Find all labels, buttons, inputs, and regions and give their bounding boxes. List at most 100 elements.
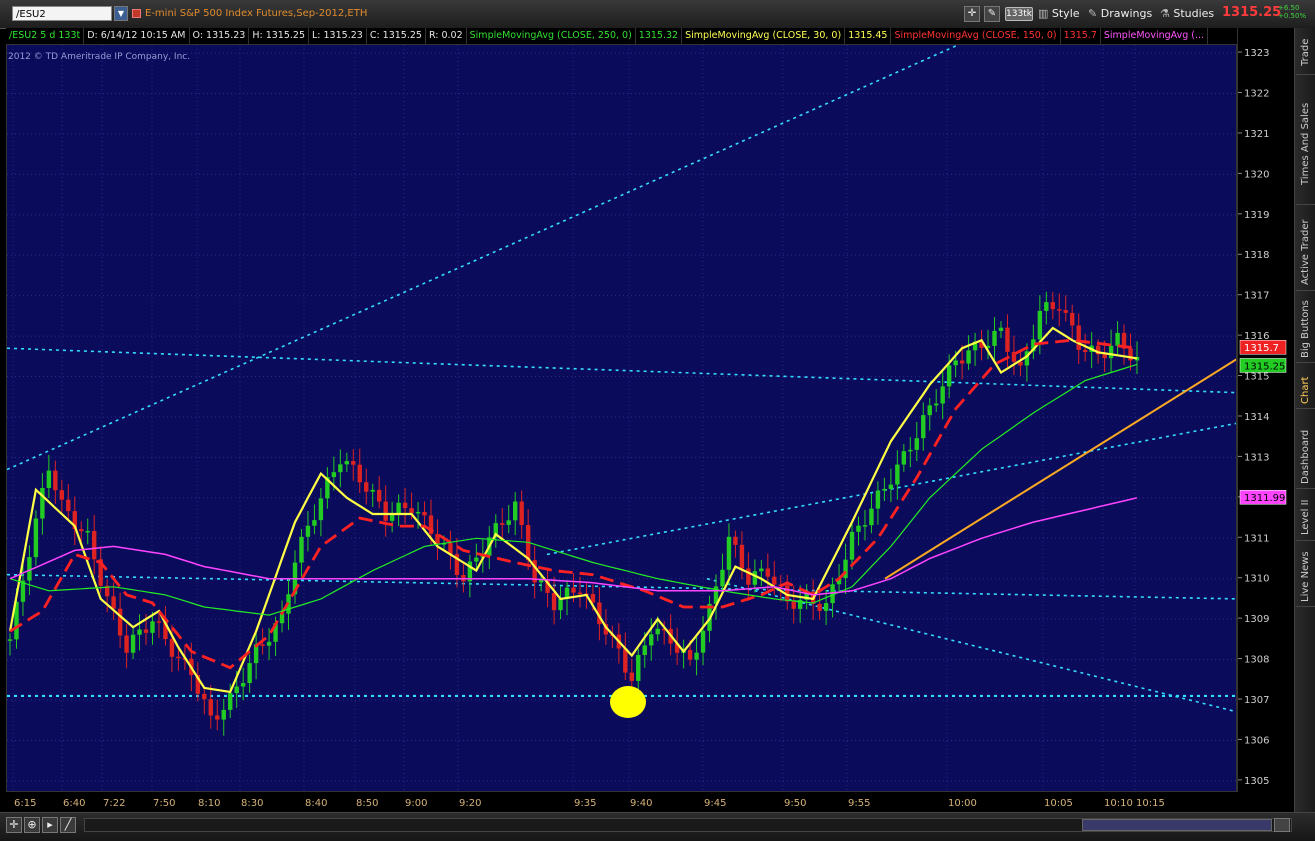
price-bar-body <box>752 571 758 585</box>
sma30-label[interactable]: SimpleMovingAvg (CLOSE, 30, 0) <box>682 28 846 44</box>
price-bar-body <box>228 693 233 710</box>
price-bar-body <box>759 568 764 572</box>
scrollbar-thumb[interactable] <box>1082 819 1272 831</box>
price-bar-body <box>169 639 175 657</box>
time-tick-label: 10:10 <box>1104 798 1133 809</box>
top-toolbar: /ESU2 ▼ E-mini S&P 500 Index Futures,Sep… <box>0 0 1315 29</box>
price-bar-body <box>875 490 881 509</box>
time-axis: 6:15 6:40 7:22 7:50 8:10 8:30 8:40 8:50 9:00 9:20… <box>6 792 1237 812</box>
time-tick-label: 9:50 <box>784 798 806 809</box>
price-bar-body <box>7 639 13 641</box>
tools-icon[interactable]: ✎ <box>984 6 1000 22</box>
nav-tab-live-news[interactable]: Live News <box>1296 548 1315 607</box>
style-icon: ▥ <box>1038 7 1052 20</box>
sma-magenta-label[interactable]: SimpleMovingAvg (... <box>1101 28 1209 44</box>
price-bar-body <box>513 501 518 521</box>
price-bar-body <box>1102 354 1107 359</box>
bar-low: L: 1315.23 <box>309 28 367 44</box>
price-bar-body <box>1044 302 1049 311</box>
price-bar-body <box>383 501 388 521</box>
bottom-toolbar: ✛ ⊕ ▸ ╱ <box>0 812 1315 841</box>
price-bar-body <box>882 488 887 491</box>
price-bar-body <box>266 641 272 646</box>
price-bar-body <box>415 511 421 514</box>
price-bar-body <box>791 601 796 609</box>
price-change: +6.50 +0.50% <box>1278 4 1306 20</box>
cursor-icon[interactable]: ▸ <box>42 817 58 833</box>
percent-change: +0.50% <box>1278 12 1307 20</box>
price-bar-body <box>908 449 913 452</box>
price-bar-body <box>519 501 524 526</box>
price-bar-body <box>1082 349 1088 353</box>
time-tick-label: 6:40 <box>63 798 85 809</box>
price-bar-body <box>143 629 149 633</box>
price-bar-body <box>111 596 116 609</box>
net-change: +6.50 <box>1278 4 1300 12</box>
price-bar-body <box>992 330 997 346</box>
sma150-label[interactable]: SimpleMovingAvg (CLOSE, 150, 0) <box>891 28 1061 44</box>
price-bar-body <box>376 489 382 502</box>
price-bar-body <box>66 499 71 512</box>
price-bar-body <box>474 557 479 562</box>
price-bar-body <box>901 451 907 465</box>
price-bar-body <box>338 464 343 473</box>
nav-tab-dashboard[interactable]: Dashboard <box>1296 426 1315 489</box>
style-button[interactable]: ▥ Style <box>1038 6 1080 22</box>
nav-tab-active-trader[interactable]: Active Trader <box>1296 214 1315 291</box>
drawings-button[interactable]: ✎ Drawings <box>1088 6 1152 22</box>
nav-tab-level-ii[interactable]: Level II <box>1296 494 1315 541</box>
price-bar-body <box>260 644 265 646</box>
price-bar-body <box>156 621 162 623</box>
price-bar-body <box>940 386 945 404</box>
low-marker-circle <box>610 686 646 719</box>
symbol-input[interactable]: /ESU2 <box>12 6 112 21</box>
studies-button[interactable]: ⚗ Studies <box>1160 6 1214 22</box>
line-tool-icon[interactable]: ╱ <box>60 817 76 833</box>
price-chart <box>7 45 1236 791</box>
price-bar-body <box>208 699 213 716</box>
time-tick-label: 9:35 <box>574 798 596 809</box>
price-bar-body <box>240 683 246 687</box>
instrument-description: E-mini S&P 500 Index Futures,Sep-2012,ET… <box>145 8 368 19</box>
price-tick-label: 1321 <box>1244 129 1269 140</box>
scroll-right-button[interactable] <box>1274 818 1290 832</box>
time-tick-label: 8:30 <box>241 798 263 809</box>
price-bar-body <box>202 693 207 700</box>
symbol-dropdown-icon[interactable]: ▼ <box>114 6 128 21</box>
aggregation-badge[interactable]: 133tk <box>1005 7 1033 21</box>
price-bar-body <box>551 592 557 611</box>
instrument-icon <box>132 9 141 18</box>
nav-tab-chart[interactable]: Chart <box>1296 372 1315 409</box>
price-bar-body <box>649 634 654 646</box>
price-tick-label: 1313 <box>1244 452 1269 463</box>
nav-tab-trade[interactable]: Trade <box>1296 30 1315 75</box>
price-bar-body <box>733 536 738 545</box>
price-axis-labels: 1305130613071308130913101311131213131314… <box>1238 48 1287 787</box>
price-label: 1311.99 <box>1244 493 1285 504</box>
sma250-label[interactable]: SimpleMovingAvg (CLOSE, 250, 0) <box>467 28 636 44</box>
price-bar-body <box>53 470 58 491</box>
price-bar-body <box>687 649 693 660</box>
price-bar-body <box>629 672 634 681</box>
price-bar-body <box>856 525 861 532</box>
price-bar-body <box>849 531 855 560</box>
nav-tab-times-and-sales[interactable]: Times And Sales <box>1296 84 1315 205</box>
price-bar-body <box>409 508 414 514</box>
price-tick-label: 1315 <box>1244 372 1269 383</box>
price-bar-body <box>1011 351 1017 362</box>
zoom-icon[interactable]: ⊕ <box>24 817 40 833</box>
price-tick-label: 1323 <box>1244 48 1269 59</box>
pan-icon[interactable]: ✛ <box>6 817 22 833</box>
crosshair-icon[interactable]: ✛ <box>964 6 980 22</box>
price-bar-body <box>150 621 155 633</box>
price-bar-body <box>558 599 563 611</box>
price-bar-body <box>176 656 181 659</box>
price-tick-label: 1308 <box>1244 655 1269 666</box>
price-bar-body <box>772 576 777 585</box>
price-bar-body <box>1076 325 1081 350</box>
nav-tab-big-buttons[interactable]: Big Buttons <box>1296 296 1315 363</box>
last-price: 1315.25 <box>1222 5 1282 20</box>
price-bar-body <box>655 628 660 635</box>
chart-plot-area[interactable] <box>6 44 1237 792</box>
price-bar-body <box>402 502 408 509</box>
